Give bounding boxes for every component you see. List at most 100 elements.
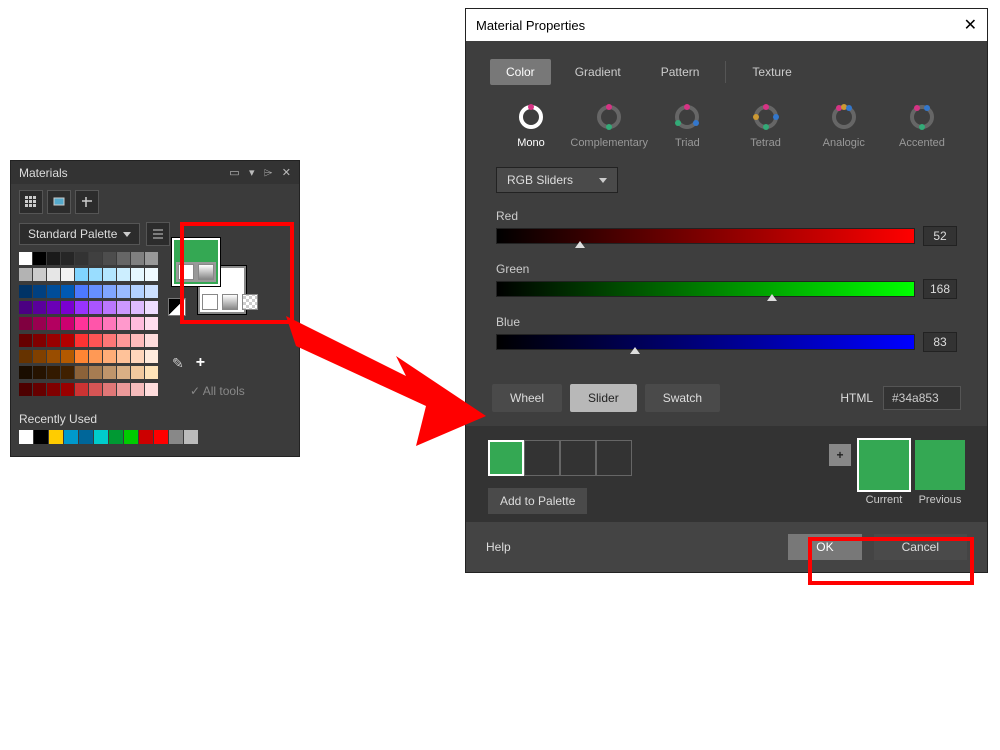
swatch[interactable] bbox=[117, 383, 130, 396]
tab-texture[interactable]: Texture bbox=[736, 59, 807, 85]
swatch[interactable] bbox=[145, 317, 158, 330]
swatch[interactable] bbox=[61, 301, 74, 314]
all-tools-toggle[interactable]: ✓ All tools bbox=[172, 380, 245, 398]
blue-slider[interactable] bbox=[496, 334, 915, 350]
swatch[interactable] bbox=[19, 350, 32, 363]
tab-pattern[interactable]: Pattern bbox=[645, 59, 716, 85]
swatch[interactable] bbox=[75, 268, 88, 281]
swatch[interactable] bbox=[89, 268, 102, 281]
swatch[interactable] bbox=[117, 317, 130, 330]
swatch[interactable] bbox=[61, 334, 74, 347]
recent-swatch[interactable] bbox=[139, 430, 153, 444]
swatch[interactable] bbox=[89, 252, 102, 265]
grid-view-button[interactable] bbox=[19, 190, 43, 214]
swatch[interactable] bbox=[145, 285, 158, 298]
slider-mode-dropdown[interactable]: RGB Sliders bbox=[496, 167, 618, 193]
tab-gradient[interactable]: Gradient bbox=[559, 59, 637, 85]
swatch[interactable] bbox=[75, 317, 88, 330]
mode-swatch[interactable]: Swatch bbox=[645, 384, 720, 412]
close-icon[interactable]: ✕ bbox=[964, 15, 977, 35]
palette-slot[interactable] bbox=[560, 440, 596, 476]
harmony-mono[interactable]: Mono bbox=[496, 101, 566, 149]
foreground-swatch[interactable] bbox=[172, 238, 220, 286]
swatch[interactable] bbox=[145, 366, 158, 379]
slider-thumb-icon[interactable] bbox=[575, 241, 585, 248]
swatch[interactable] bbox=[19, 317, 32, 330]
swatch[interactable] bbox=[117, 268, 130, 281]
swatch[interactable] bbox=[131, 301, 144, 314]
swatch[interactable] bbox=[145, 268, 158, 281]
swatch[interactable] bbox=[131, 285, 144, 298]
swatch[interactable] bbox=[89, 350, 102, 363]
swatch[interactable] bbox=[33, 350, 46, 363]
swatch[interactable] bbox=[61, 383, 74, 396]
swatch[interactable] bbox=[61, 285, 74, 298]
recent-swatch[interactable] bbox=[34, 430, 48, 444]
swatch[interactable] bbox=[117, 301, 130, 314]
layers-view-button[interactable] bbox=[47, 190, 71, 214]
recent-swatch[interactable] bbox=[49, 430, 63, 444]
swatch[interactable] bbox=[103, 383, 116, 396]
dropdown-icon[interactable]: ▾ bbox=[249, 166, 255, 179]
swatch[interactable] bbox=[103, 301, 116, 314]
swatch[interactable] bbox=[19, 383, 32, 396]
cancel-button[interactable]: Cancel bbox=[874, 534, 967, 560]
swatch[interactable] bbox=[89, 301, 102, 314]
fg-bg-swatch[interactable] bbox=[172, 252, 232, 304]
palette-dropdown[interactable]: Standard Palette bbox=[19, 223, 140, 245]
add-color-icon[interactable]: + bbox=[196, 354, 205, 372]
green-value[interactable]: 168 bbox=[923, 279, 957, 299]
swatch[interactable] bbox=[131, 252, 144, 265]
swatch[interactable] bbox=[19, 301, 32, 314]
swatch[interactable] bbox=[103, 317, 116, 330]
swatch[interactable] bbox=[19, 252, 32, 265]
swatch[interactable] bbox=[117, 366, 130, 379]
swatch[interactable] bbox=[47, 383, 60, 396]
slider-thumb-icon[interactable] bbox=[630, 347, 640, 354]
swatch[interactable] bbox=[131, 268, 144, 281]
mode-slider[interactable]: Slider bbox=[570, 384, 637, 412]
swatch[interactable] bbox=[117, 285, 130, 298]
swatch[interactable] bbox=[33, 366, 46, 379]
swatch[interactable] bbox=[89, 334, 102, 347]
swatch[interactable] bbox=[33, 334, 46, 347]
palette-list-button[interactable] bbox=[146, 222, 170, 246]
swatch[interactable] bbox=[33, 383, 46, 396]
recent-swatch[interactable] bbox=[94, 430, 108, 444]
swatch[interactable] bbox=[61, 252, 74, 265]
swatch[interactable] bbox=[61, 317, 74, 330]
harmony-complementary[interactable]: Complementary bbox=[574, 101, 644, 149]
recent-swatch[interactable] bbox=[124, 430, 138, 444]
swatch[interactable] bbox=[75, 350, 88, 363]
help-link[interactable]: Help bbox=[486, 540, 511, 554]
swatch[interactable] bbox=[131, 317, 144, 330]
harmony-accented[interactable]: Accented bbox=[887, 101, 957, 149]
recent-swatch[interactable] bbox=[64, 430, 78, 444]
swatch[interactable] bbox=[47, 350, 60, 363]
swatch[interactable] bbox=[47, 317, 60, 330]
swatch[interactable] bbox=[117, 334, 130, 347]
swatch[interactable] bbox=[33, 285, 46, 298]
swatch[interactable] bbox=[145, 350, 158, 363]
slider-thumb-icon[interactable] bbox=[767, 294, 777, 301]
mini-pattern-icon[interactable] bbox=[242, 294, 258, 310]
recent-swatch[interactable] bbox=[79, 430, 93, 444]
swatch[interactable] bbox=[19, 285, 32, 298]
recent-swatch[interactable] bbox=[169, 430, 183, 444]
swatch[interactable] bbox=[75, 334, 88, 347]
swatch[interactable] bbox=[75, 383, 88, 396]
pin-icon[interactable]: ⌲ bbox=[264, 167, 273, 180]
tab-color[interactable]: Color bbox=[490, 59, 551, 85]
swatch[interactable] bbox=[75, 252, 88, 265]
palette-swatch-grid[interactable] bbox=[19, 252, 158, 398]
recent-swatch[interactable] bbox=[154, 430, 168, 444]
recent-swatch[interactable] bbox=[109, 430, 123, 444]
swatch[interactable] bbox=[33, 252, 46, 265]
swatch[interactable] bbox=[75, 285, 88, 298]
swatch[interactable] bbox=[103, 285, 116, 298]
previous-color-swatch[interactable] bbox=[915, 440, 965, 490]
swatch[interactable] bbox=[103, 350, 116, 363]
harmony-tetrad[interactable]: Tetrad bbox=[731, 101, 801, 149]
swatch[interactable] bbox=[33, 268, 46, 281]
mini-solid-icon[interactable] bbox=[178, 264, 194, 280]
